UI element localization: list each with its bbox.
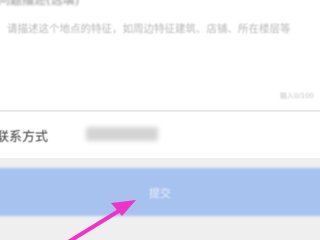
contact-redacted-value bbox=[86, 127, 158, 141]
description-card: 问题描述(选填) 请描述这个地点的特征，如周边特征建筑、店铺、所在楼层等 输入0… bbox=[0, 0, 320, 111]
character-counter: 输入0/100 bbox=[279, 92, 314, 100]
contact-row: 联系方式 bbox=[0, 112, 320, 158]
submit-button[interactable] bbox=[0, 168, 320, 216]
contact-label: 联系方式 bbox=[0, 130, 49, 145]
description-textarea[interactable] bbox=[0, 18, 320, 100]
description-heading: 问题描述(选填) bbox=[0, 0, 80, 7]
feedback-form-screen: 问题描述(选填) 请描述这个地点的特征，如周边特征建筑、店铺、所在楼层等 输入0… bbox=[0, 0, 320, 240]
